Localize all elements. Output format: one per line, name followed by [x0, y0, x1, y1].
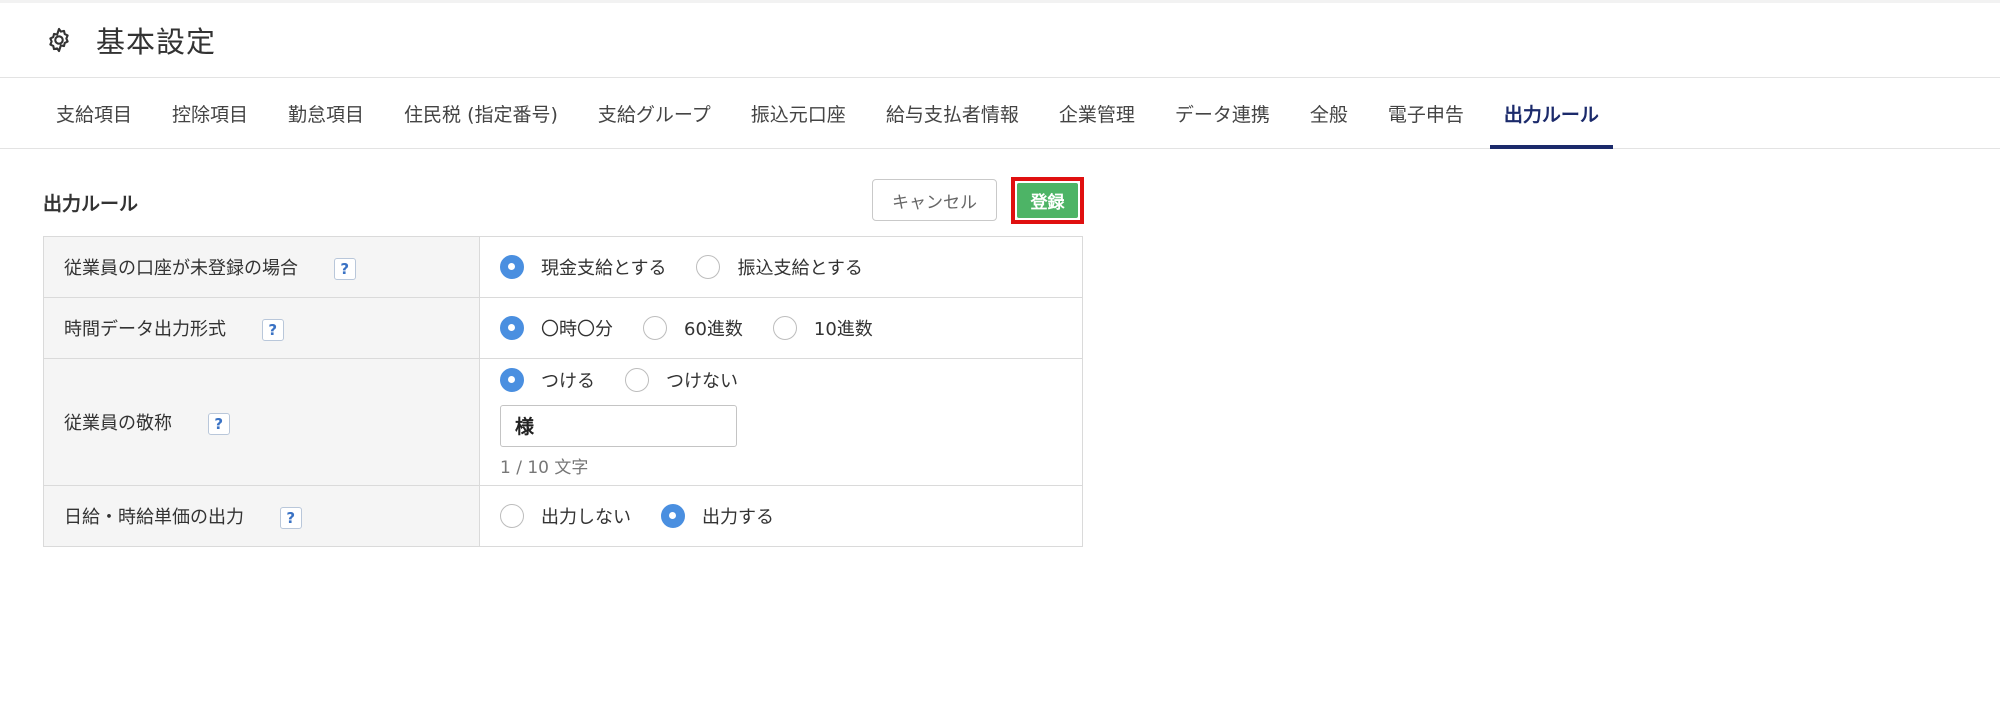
character-counter: 1 / 10 文字 [500, 457, 589, 478]
radio-attach-honorific[interactable]: つける [500, 367, 595, 393]
radio-label: つけない [666, 370, 738, 392]
help-icon[interactable]: ? [207, 413, 230, 435]
daily-rate-radio-group: 出力しない 出力する [500, 503, 1082, 529]
tab-payment-group[interactable]: 支給グループ [598, 78, 711, 148]
row-label-cell: 従業員の口座が未登録の場合 ? [43, 236, 480, 298]
output-rules-table: 従業員の口座が未登録の場合 ? 現金支給とする 振込支給とする 時間データ出力形… [43, 236, 1083, 547]
radio-label: 振込支給とする [737, 258, 863, 279]
help-icon[interactable]: ? [333, 258, 356, 280]
help-icon[interactable]: ? [279, 507, 302, 529]
account-radio-group: 現金支給とする 振込支給とする [500, 254, 1082, 280]
radio-label: 出力しない [541, 507, 631, 528]
radio-hours-minutes[interactable]: 〇時〇分 [500, 315, 613, 341]
settings-tabs: 支給項目 控除項目 勤怠項目 住民税 (指定番号) 支給グループ 振込元口座 給… [0, 78, 2000, 149]
radio-cash-payment[interactable]: 現金支給とする [500, 254, 666, 280]
radio-sexagesimal[interactable]: 60進数 [643, 315, 743, 341]
radio-button-selected[interactable] [500, 316, 524, 340]
table-row: 従業員の口座が未登録の場合 ? 現金支給とする 振込支給とする [43, 236, 1083, 298]
row-label-cell: 従業員の敬称 ? [43, 358, 480, 486]
radio-button[interactable] [643, 316, 667, 340]
honorific-radio-group: つける つけない [500, 367, 1082, 393]
radio-button[interactable] [500, 504, 524, 528]
radio-label: 現金支給とする [541, 258, 667, 279]
radio-label: 〇時〇分 [541, 319, 613, 340]
help-icon[interactable]: ? [261, 319, 284, 341]
tab-payment-items[interactable]: 支給項目 [56, 78, 132, 148]
radio-button-selected[interactable] [661, 504, 685, 528]
row-label: 従業員の口座が未登録の場合 [64, 258, 298, 279]
tab-payer-info[interactable]: 給与支払者情報 [886, 78, 1019, 148]
section-title: 出力ルール [43, 193, 139, 215]
row-label: 時間データ出力形式 [64, 319, 226, 340]
radio-label: 60進数 [684, 319, 743, 340]
table-row: 時間データ出力形式 ? 〇時〇分 60進数 10進数 [43, 297, 1083, 359]
row-value-cell: 〇時〇分 60進数 10進数 [479, 297, 1083, 359]
tab-source-account[interactable]: 振込元口座 [751, 78, 846, 148]
page-header: 基本設定 [0, 3, 2000, 78]
row-value-cell: つける つけない 1 / 10 文字 [479, 358, 1083, 486]
radio-button[interactable] [772, 316, 797, 340]
tab-attendance-items[interactable]: 勤怠項目 [288, 78, 364, 148]
row-value-cell: 出力しない 出力する [479, 485, 1083, 547]
radio-button-selected[interactable] [500, 367, 524, 392]
register-button-highlight: 登録 [1011, 177, 1084, 224]
row-label-cell: 時間データ出力形式 ? [43, 297, 480, 359]
radio-no-output[interactable]: 出力しない [500, 503, 631, 529]
register-button[interactable]: 登録 [1017, 183, 1078, 218]
page-title: 基本設定 [96, 25, 217, 59]
radio-decimal[interactable]: 10進数 [772, 315, 873, 341]
radio-transfer-payment[interactable]: 振込支給とする [696, 254, 863, 280]
row-label: 日給・時給単価の出力 [64, 507, 244, 528]
tab-company-management[interactable]: 企業管理 [1059, 78, 1135, 148]
gear-icon [44, 25, 74, 55]
radio-label: つける [541, 370, 595, 392]
radio-output[interactable]: 出力する [661, 503, 774, 529]
tab-data-integration[interactable]: データ連携 [1175, 78, 1270, 148]
honorific-input[interactable] [500, 404, 737, 447]
table-row: 従業員の敬称 ? つける つけない 1 / 10 文字 [43, 358, 1083, 486]
radio-button[interactable] [696, 255, 721, 279]
radio-button-selected[interactable] [500, 255, 524, 279]
row-value-cell: 現金支給とする 振込支給とする [479, 236, 1083, 298]
radio-label: 10進数 [813, 319, 873, 340]
radio-button[interactable] [625, 367, 649, 392]
row-label-cell: 日給・時給単価の出力 ? [43, 485, 480, 547]
radio-label: 出力する [702, 507, 774, 528]
radio-no-honorific[interactable]: つけない [625, 367, 738, 393]
row-label: 従業員の敬称 [64, 413, 172, 434]
time-format-radio-group: 〇時〇分 60進数 10進数 [500, 315, 1082, 341]
tab-output-rules[interactable]: 出力ルール [1489, 78, 1613, 149]
table-row: 日給・時給単価の出力 ? 出力しない 出力する [43, 485, 1083, 547]
cancel-button[interactable]: キャンセル [872, 179, 997, 221]
tab-general[interactable]: 全般 [1310, 78, 1348, 148]
tab-deduction-items[interactable]: 控除項目 [172, 78, 248, 148]
tab-e-filing[interactable]: 電子申告 [1388, 78, 1464, 148]
tab-resident-tax[interactable]: 住民税 (指定番号) [404, 78, 558, 148]
